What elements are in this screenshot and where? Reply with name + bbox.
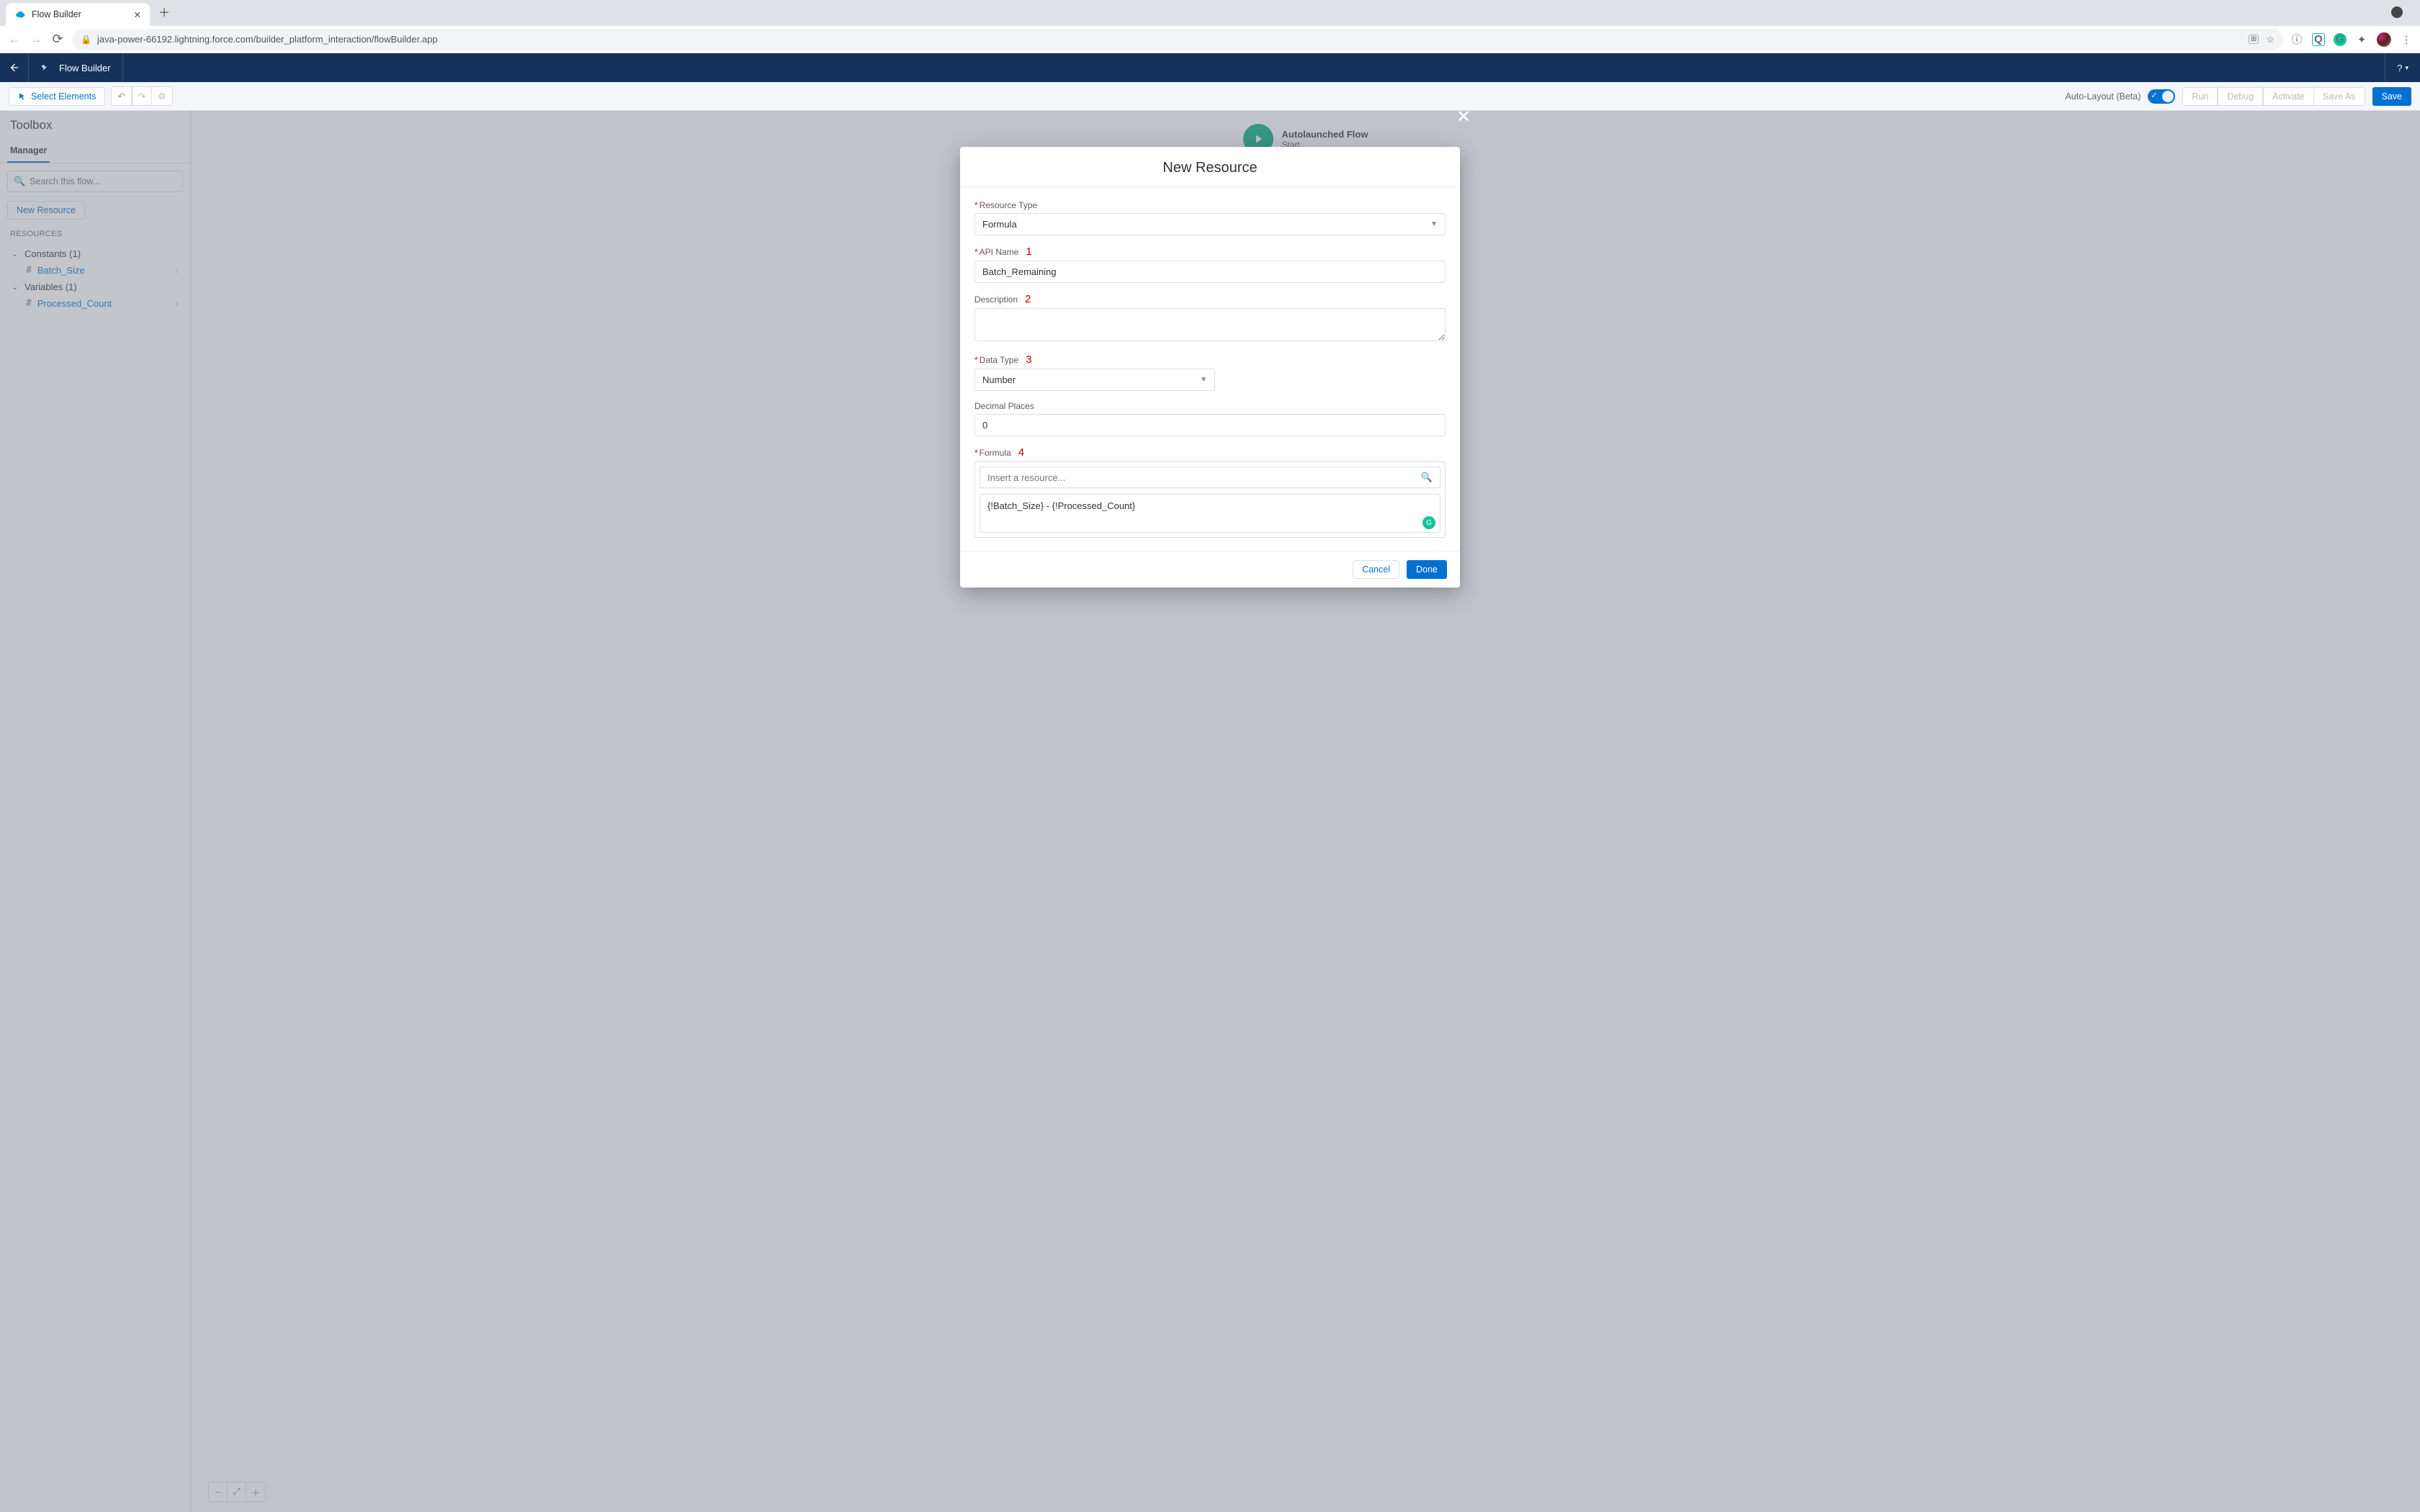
save-button[interactable]: Save — [2372, 87, 2412, 106]
annotation-3: 3 — [1026, 354, 1031, 366]
grammarly-extension-icon[interactable]: G — [2334, 33, 2347, 46]
annotation-2: 2 — [1025, 293, 1031, 305]
app-header: Flow Builder ? ▾ — [0, 53, 2420, 82]
save-as-button: Save As — [2314, 87, 2365, 106]
window-dropdown-icon — [2391, 6, 2403, 18]
close-icon: ✕ — [1456, 107, 1471, 127]
chevron-down-icon: ▾ — [2405, 64, 2408, 72]
extension-q-icon[interactable]: Q — [2312, 33, 2325, 46]
salesforce-favicon-icon — [14, 9, 26, 20]
nav-forward-icon: → — [29, 32, 43, 47]
label-data-type: Data Type — [980, 355, 1018, 365]
new-resource-modal: New Resource *Resource Type Formula ▼ *A… — [960, 147, 1460, 588]
gear-icon: ⚙ — [158, 91, 166, 102]
debug-button: Debug — [2218, 87, 2263, 106]
grammarly-badge-icon[interactable]: G — [1422, 516, 1435, 529]
app-title-cell: Flow Builder — [29, 53, 123, 82]
decimal-places-input[interactable] — [974, 414, 1446, 436]
chevron-down-icon: ▼ — [1200, 376, 1207, 384]
app-title: Flow Builder — [59, 63, 111, 73]
label-resource-type: Resource Type — [980, 200, 1038, 210]
done-button[interactable]: Done — [1407, 560, 1447, 579]
modal-title: New Resource — [960, 147, 1460, 187]
profile-avatar-icon[interactable] — [2377, 32, 2391, 47]
nav-reload-icon[interactable]: ⟳ — [50, 32, 65, 47]
annotation-1: 1 — [1026, 246, 1031, 258]
browser-tabstrip: Flow Builder ✕ ＋ — [0, 0, 2420, 26]
browser-window-menu[interactable] — [2380, 1, 2414, 26]
chevron-down-icon: ▼ — [1430, 220, 1438, 228]
app-toolbar: Select Elements ↶ ↷ ⚙ Auto-Layout (Beta)… — [0, 82, 2420, 111]
select-elements-button[interactable]: Select Elements — [9, 87, 105, 106]
autolayout-toggle[interactable]: ✓ — [2148, 89, 2175, 104]
new-tab-button[interactable]: ＋ — [150, 0, 179, 26]
autolayout-label: Auto-Layout (Beta) — [2065, 91, 2141, 102]
settings-gear-button: ⚙ — [152, 86, 172, 106]
run-button: Run — [2182, 87, 2218, 106]
data-type-value: Number — [982, 374, 1016, 385]
extensions-puzzle-icon[interactable]: ✦ — [2355, 33, 2368, 46]
redo-icon: ↷ — [138, 91, 145, 102]
modal-close-button[interactable]: ✕ — [1456, 107, 1471, 127]
formula-resource-search[interactable]: 🔍 — [980, 467, 1440, 488]
search-icon: 🔍 — [1421, 472, 1433, 483]
check-icon: ✓ — [2151, 91, 2157, 100]
omnibox-url: java-power-66192.lightning.force.com/bui… — [97, 34, 438, 45]
activate-button: Activate — [2263, 87, 2313, 106]
flow-icon — [40, 62, 52, 73]
formula-value: {!Batch_Size} - {!Processed_Count} — [987, 500, 1135, 511]
annotation-4: 4 — [1018, 446, 1024, 459]
formula-textarea[interactable]: {!Batch_Size} - {!Processed_Count} G — [980, 494, 1440, 533]
nav-back-icon[interactable]: ← — [7, 32, 22, 47]
browser-address-bar: ← → ⟳ 🔒 java-power-66192.lightning.force… — [0, 26, 2420, 53]
label-formula: Formula — [980, 448, 1011, 458]
browser-tab[interactable]: Flow Builder ✕ — [6, 3, 150, 26]
formula-box: 🔍 {!Batch_Size} - {!Processed_Count} G — [974, 462, 1446, 538]
browser-tab-title: Flow Builder — [32, 9, 81, 19]
tab-close-icon[interactable]: ✕ — [134, 9, 141, 20]
help-menu[interactable]: ? ▾ — [2385, 53, 2420, 82]
select-elements-label: Select Elements — [31, 91, 96, 102]
api-name-input[interactable] — [974, 261, 1446, 283]
data-type-select[interactable]: Number ▼ — [974, 369, 1215, 391]
omnibox[interactable]: 🔒 java-power-66192.lightning.force.com/b… — [72, 29, 2283, 50]
label-decimal-places: Decimal Places — [974, 401, 1034, 411]
resource-type-select[interactable]: Formula ▼ — [974, 213, 1446, 235]
arrow-left-icon — [9, 62, 20, 73]
bookmark-star-icon[interactable]: ☆ — [2266, 34, 2275, 45]
translate-icon[interactable]: ⊞ — [2249, 35, 2259, 44]
browser-menu-icon[interactable]: ⋮ — [2400, 33, 2413, 46]
lock-icon: 🔒 — [81, 35, 91, 45]
cancel-button[interactable]: Cancel — [1353, 560, 1399, 579]
formula-resource-input[interactable] — [987, 472, 1415, 483]
resource-type-value: Formula — [982, 219, 1017, 230]
description-textarea[interactable] — [974, 308, 1446, 341]
info-icon[interactable]: ⓘ — [2290, 33, 2303, 46]
undo-button[interactable]: ↶ — [111, 86, 131, 106]
undo-icon: ↶ — [117, 91, 125, 102]
label-api-name: API Name — [980, 247, 1019, 257]
app-back-button[interactable] — [0, 53, 29, 82]
cursor-icon — [18, 92, 27, 101]
redo-button: ↷ — [132, 86, 152, 106]
label-description: Description — [974, 294, 1018, 305]
help-icon: ? — [2397, 63, 2402, 73]
modal-scrim: ✕ New Resource *Resource Type Formula ▼ … — [0, 111, 2420, 1512]
